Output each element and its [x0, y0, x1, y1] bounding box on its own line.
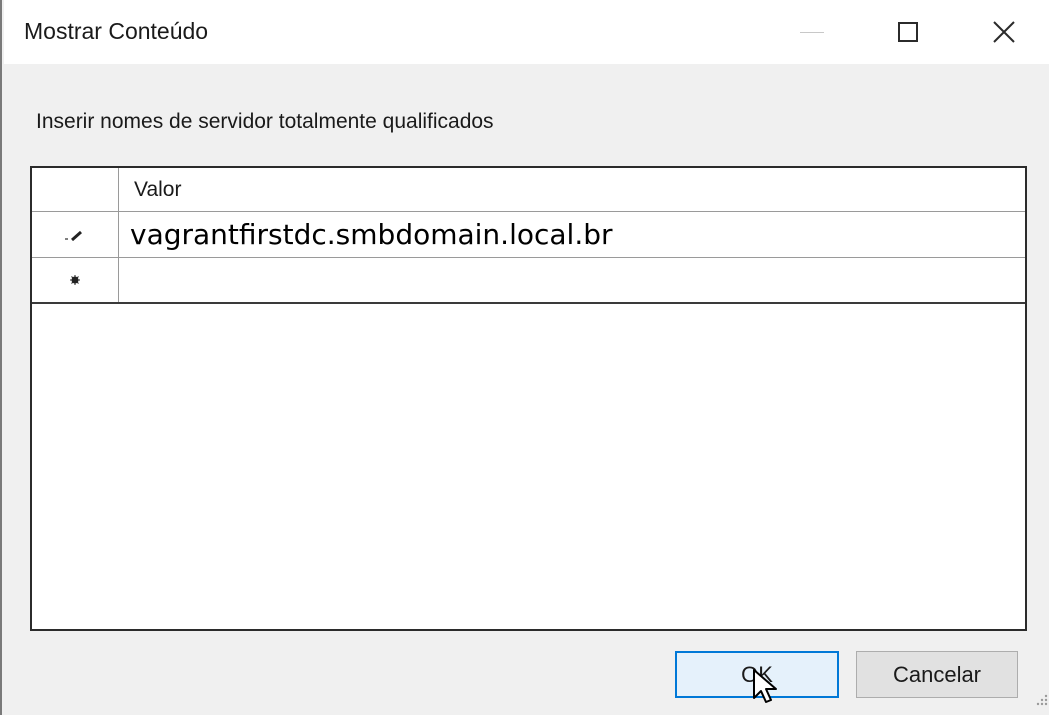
maximize-icon: [898, 22, 918, 42]
maximize-button[interactable]: [860, 0, 956, 64]
values-grid[interactable]: Valor vagrantfirstdc.smbdomain.local.br: [30, 166, 1027, 631]
value-cell[interactable]: vagrantfirstdc.smbdomain.local.br: [130, 218, 613, 252]
new-row[interactable]: [32, 258, 1025, 304]
row-marker[interactable]: [32, 212, 119, 257]
new-row-icon: [70, 275, 80, 285]
cancel-button[interactable]: Cancelar: [856, 651, 1018, 698]
pencil-icon: [65, 230, 82, 241]
value-cell-empty[interactable]: [120, 258, 1025, 302]
close-icon: [993, 21, 1015, 43]
column-header-valor[interactable]: Valor: [134, 178, 181, 202]
row-header-corner[interactable]: [32, 168, 119, 211]
resize-grip-icon[interactable]: [1035, 693, 1049, 707]
minimize-button[interactable]: [764, 0, 860, 64]
row-marker[interactable]: [32, 258, 119, 302]
window-title: Mostrar Conteúdo: [24, 18, 209, 44]
title-bar[interactable]: Mostrar Conteúdo: [4, 0, 1049, 64]
mouse-cursor-icon: [753, 669, 777, 703]
show-contents-dialog: Mostrar Conteúdo Inserir nomes de servid…: [0, 0, 1049, 715]
instruction-label: Inserir nomes de servidor totalmente qua…: [36, 110, 494, 133]
table-row[interactable]: vagrantfirstdc.smbdomain.local.br: [32, 212, 1025, 258]
grid-header-row: Valor: [32, 168, 1025, 212]
minimize-icon: [800, 31, 824, 33]
close-button[interactable]: [956, 0, 1049, 64]
